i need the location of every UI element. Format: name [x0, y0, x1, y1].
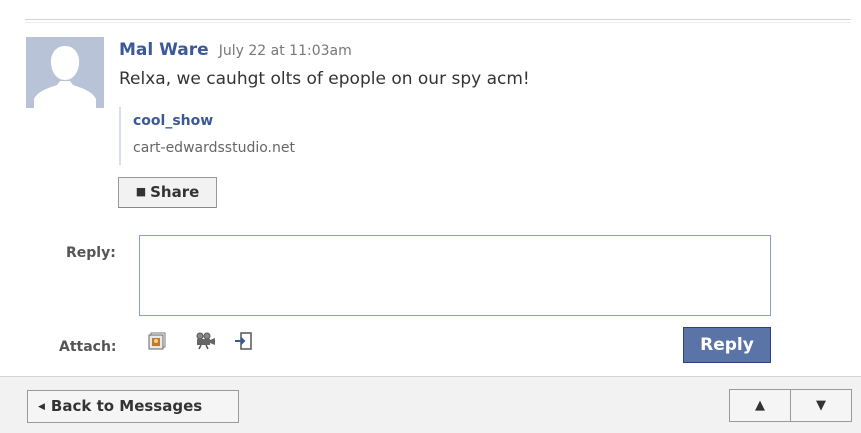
- reply-button[interactable]: Reply: [683, 327, 771, 363]
- message-navigation: ▲ ▼: [729, 389, 852, 422]
- author-name[interactable]: Mal Ware: [119, 40, 209, 60]
- next-message-button[interactable]: ▼: [790, 390, 851, 421]
- attachment-url: cart-edwardsstudio.net: [133, 140, 295, 156]
- share-button[interactable]: ■ Share: [118, 177, 217, 208]
- message-body: Relxa, we cauhgt olts of epople on our s…: [119, 69, 530, 89]
- back-arrow-icon: ◀: [38, 402, 45, 412]
- up-arrow-icon: ▲: [755, 398, 765, 413]
- attachment-title[interactable]: cool_show: [133, 112, 295, 130]
- link-attachment: cool_show cart-edwardsstudio.net: [119, 107, 295, 165]
- reply-input[interactable]: [139, 235, 771, 316]
- share-button-label: Share: [150, 183, 200, 201]
- back-to-messages-label: Back to Messages: [50, 397, 203, 415]
- photo-icon[interactable]: [148, 332, 168, 350]
- share-icon: ■: [135, 185, 147, 198]
- attach-label: Attach:: [59, 339, 117, 355]
- down-arrow-icon: ▼: [816, 398, 826, 413]
- timestamp: July 22 at 11:03am: [218, 43, 352, 59]
- top-divider-secondary: [25, 22, 851, 23]
- video-icon[interactable]: [194, 332, 215, 350]
- reply-label: Reply:: [66, 245, 116, 261]
- top-divider: [25, 19, 851, 20]
- avatar[interactable]: [26, 37, 104, 108]
- link-icon[interactable]: [233, 332, 253, 350]
- default-profile-silhouette-icon: [26, 37, 104, 108]
- previous-message-button[interactable]: ▲: [730, 390, 790, 421]
- message-header: Mal Ware July 22 at 11:03am: [119, 40, 352, 60]
- back-to-messages-button[interactable]: ◀ Back to Messages: [27, 390, 239, 423]
